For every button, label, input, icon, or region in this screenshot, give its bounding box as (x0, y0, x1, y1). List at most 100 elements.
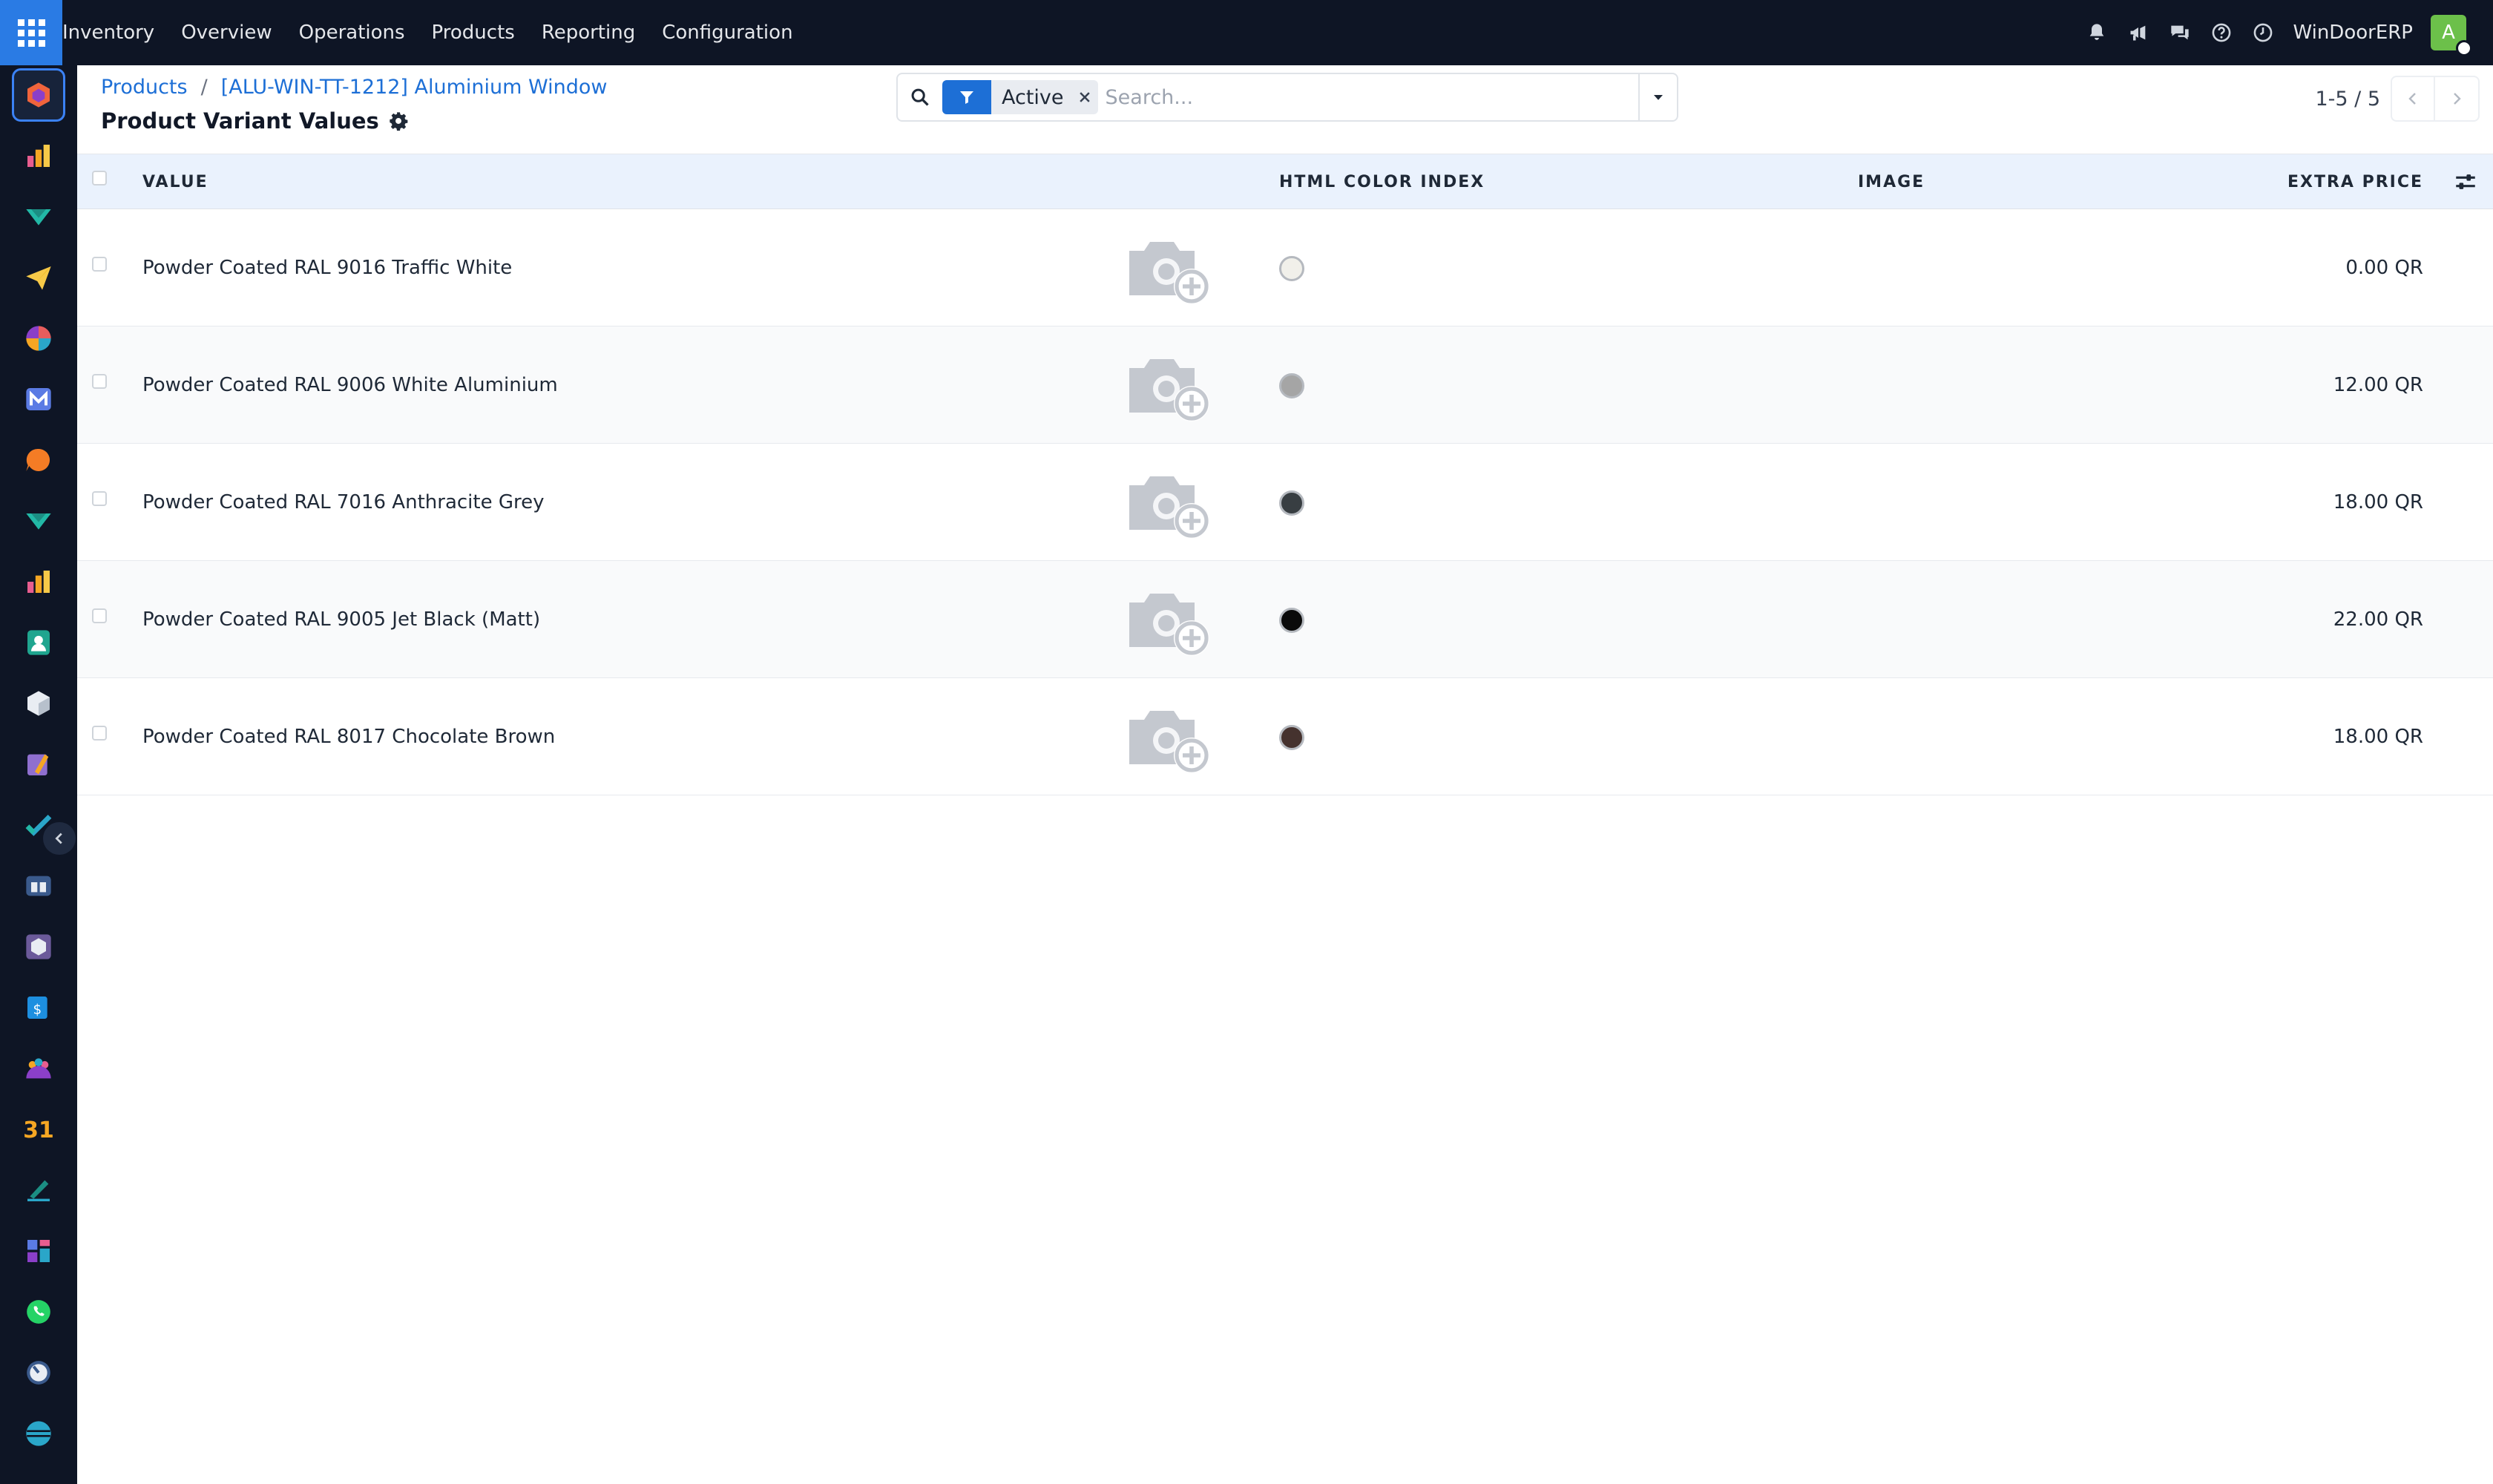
company-switcher[interactable]: WinDoorERP (2293, 22, 2413, 44)
cell-extra-price: 12.00 QR (2333, 374, 2423, 396)
rail-accounting-2-icon[interactable] (12, 494, 65, 548)
avatar-initial: A (2442, 22, 2455, 44)
rail-barcode-icon[interactable] (12, 920, 65, 974)
app-rail: $ 31 (0, 65, 77, 1484)
table-header: VALUE HTML COLOR INDEX IMAGE EXTRA PRICE (77, 154, 2493, 209)
help-icon[interactable] (2201, 0, 2242, 65)
cell-value[interactable]: Powder Coated RAL 9006 White Aluminium (142, 326, 558, 444)
facet-value: Active (1002, 85, 1064, 109)
close-icon[interactable] (1071, 80, 1098, 114)
rail-whatsapp-icon[interactable] (12, 1285, 65, 1339)
color-swatch[interactable] (1279, 256, 1304, 281)
row-checkbox[interactable] (92, 726, 107, 741)
menu-operations[interactable]: Operations (299, 22, 405, 44)
color-swatch[interactable] (1279, 608, 1304, 633)
rail-discuss-icon[interactable] (12, 312, 65, 365)
row-checkbox[interactable] (92, 608, 107, 623)
pager-value[interactable]: 1-5 / 5 (2315, 88, 2380, 111)
add-photo-icon (1129, 711, 1209, 773)
menu-products[interactable]: Products (432, 22, 515, 44)
search-input[interactable] (1105, 76, 1638, 118)
svg-text:$: $ (33, 1002, 42, 1017)
gear-icon[interactable] (388, 111, 409, 131)
chevron-right-icon (2454, 93, 2461, 105)
image-placeholder[interactable] (1123, 699, 1209, 776)
cell-extra-price: 18.00 QR (2333, 491, 2423, 513)
rail-website-icon[interactable] (12, 1407, 65, 1460)
breadcrumb-separator: / (200, 76, 208, 99)
rail-inventory-icon[interactable] (12, 68, 65, 122)
pager-previous-button[interactable] (2391, 76, 2435, 122)
grid-icon (17, 19, 45, 47)
row-checkbox[interactable] (92, 257, 107, 272)
collapse-chevron-icon[interactable] (43, 822, 76, 855)
image-placeholder[interactable] (1123, 582, 1209, 659)
chat-icon[interactable] (2159, 0, 2201, 65)
row-checkbox[interactable] (92, 374, 107, 389)
menu-overview[interactable]: Overview (181, 22, 272, 44)
rail-calendar-icon[interactable]: 31 (12, 1103, 65, 1156)
cell-value[interactable]: Powder Coated RAL 7016 Anthracite Grey (142, 444, 545, 561)
menu-reporting[interactable]: Reporting (542, 22, 635, 44)
column-header-color[interactable]: HTML COLOR INDEX (1279, 154, 1485, 209)
table-row[interactable]: Powder Coated RAL 8017 Chocolate Brown 1… (77, 678, 2493, 795)
apps-menu-button[interactable] (0, 0, 62, 65)
user-avatar[interactable]: A (2431, 15, 2472, 56)
caret-down-icon (1654, 95, 1663, 100)
table-row[interactable]: Powder Coated RAL 9006 White Aluminium 1… (77, 326, 2493, 444)
pager-next-button[interactable] (2435, 76, 2480, 122)
column-settings-icon[interactable] (2453, 169, 2478, 194)
row-checkbox[interactable] (92, 491, 107, 506)
add-photo-icon (1129, 359, 1209, 421)
rail-accounting-icon[interactable] (12, 190, 65, 243)
clock-icon[interactable] (2242, 0, 2284, 65)
search-bar: Active (896, 73, 1678, 122)
breadcrumb-products[interactable]: Products (101, 76, 188, 99)
rail-timesheets-icon[interactable] (12, 1346, 65, 1399)
image-placeholder[interactable] (1123, 464, 1209, 542)
select-all-checkbox[interactable] (92, 171, 107, 186)
breadcrumb-product-record[interactable]: [ALU-WIN-TT-1212] Aluminium Window (221, 76, 608, 99)
rail-reporting-icon[interactable] (12, 129, 65, 183)
rail-invoicing-icon[interactable]: $ (12, 981, 65, 1034)
color-swatch[interactable] (1279, 725, 1304, 750)
list-view: VALUE HTML COLOR INDEX IMAGE EXTRA PRICE… (77, 154, 2493, 795)
rail-email-marketing-icon[interactable] (12, 251, 65, 304)
color-swatch[interactable] (1279, 373, 1304, 398)
cell-value[interactable]: Powder Coated RAL 8017 Chocolate Brown (142, 678, 555, 795)
column-header-image[interactable]: IMAGE (1858, 154, 1925, 209)
rail-documents-icon[interactable] (12, 738, 65, 791)
rail-employees-icon[interactable] (12, 1042, 65, 1095)
rail-dashboards-icon[interactable] (12, 1224, 65, 1278)
cell-extra-price: 18.00 QR (2333, 726, 2423, 748)
add-photo-icon (1129, 594, 1209, 656)
cell-value[interactable]: Powder Coated RAL 9016 Traffic White (142, 209, 512, 326)
cell-value[interactable]: Powder Coated RAL 9005 Jet Black (Matt) (142, 561, 540, 678)
table-row[interactable]: Powder Coated RAL 9005 Jet Black (Matt) … (77, 561, 2493, 678)
table-row[interactable]: Powder Coated RAL 9016 Traffic White 0.0… (77, 209, 2493, 326)
rail-product-icon[interactable] (12, 677, 65, 730)
pager: 1-5 / 5 (2315, 74, 2480, 123)
cell-extra-price: 0.00 QR (2345, 257, 2423, 279)
rail-mail-icon[interactable] (12, 372, 65, 426)
rail-sign-icon[interactable] (12, 1163, 65, 1217)
add-photo-icon (1129, 476, 1209, 539)
rail-livechat-icon[interactable] (12, 433, 65, 487)
column-header-extra-price[interactable]: EXTRA PRICE (2287, 154, 2423, 209)
page-title-row: Product Variant Values (101, 108, 409, 134)
rail-knowledge-icon[interactable] (12, 859, 65, 913)
app-name[interactable]: Inventory (62, 22, 154, 44)
search-options-toggle[interactable] (1638, 74, 1677, 120)
bell-icon[interactable] (2076, 0, 2118, 65)
color-swatch[interactable] (1279, 490, 1304, 516)
menu-configuration[interactable]: Configuration (662, 22, 792, 44)
top-navbar: Inventory Overview Operations Products R… (0, 0, 2493, 65)
rail-reports-icon[interactable] (12, 555, 65, 608)
rail-contacts-icon[interactable] (12, 616, 65, 669)
table-row[interactable]: Powder Coated RAL 7016 Anthracite Grey 1… (77, 444, 2493, 561)
search-icon[interactable] (898, 74, 942, 120)
column-header-value[interactable]: VALUE (142, 154, 208, 209)
image-placeholder[interactable] (1123, 230, 1209, 307)
megaphone-icon[interactable] (2118, 0, 2159, 65)
image-placeholder[interactable] (1123, 347, 1209, 424)
